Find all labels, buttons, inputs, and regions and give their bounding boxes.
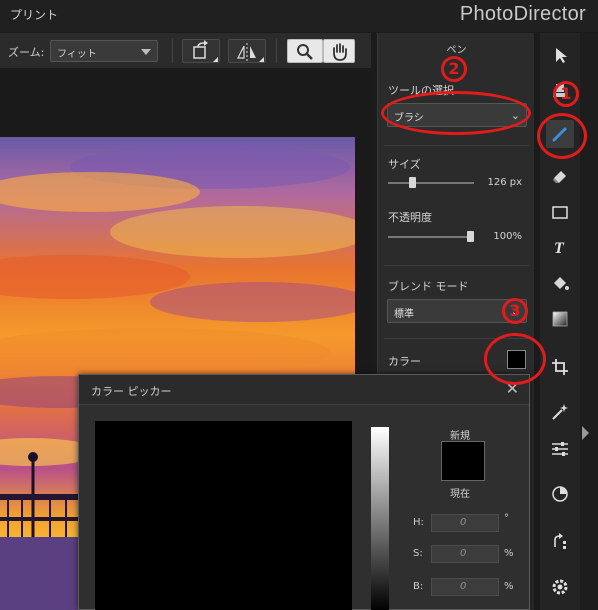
app-title: PhotoDirector	[459, 3, 586, 25]
size-slider-thumb[interactable]	[408, 177, 416, 188]
fill-tool-button[interactable]	[546, 270, 574, 298]
gear-icon	[552, 579, 568, 595]
new-color-label: 新規	[450, 431, 470, 442]
blend-mode-label: ブレンド モード	[388, 280, 469, 293]
current-color-label: 現在	[450, 489, 470, 500]
expand-arrow-icon	[582, 426, 589, 440]
hand-tool-button[interactable]	[323, 39, 355, 63]
size-slider[interactable]	[388, 182, 474, 184]
annotation-number-2: 2	[441, 56, 467, 82]
rectangle-icon	[552, 206, 568, 219]
brightness-label: B:	[413, 581, 424, 592]
color-label: カラー	[388, 355, 421, 368]
rotate-tool-button[interactable]	[546, 527, 574, 555]
annotation-number-3: 3	[502, 298, 528, 324]
zoom-value: フィット	[57, 49, 97, 60]
settings-button[interactable]	[546, 573, 574, 601]
text-icon: T	[554, 240, 565, 257]
tone-icon	[552, 486, 568, 502]
opacity-value: 100%	[493, 231, 522, 242]
annotation-number-1: 1	[553, 81, 579, 107]
crop-icon	[552, 359, 568, 375]
saturation-value: 0	[460, 548, 467, 559]
saturation-brightness-field[interactable]	[95, 421, 352, 610]
select-arrow-icon	[556, 48, 567, 63]
eraser-icon	[553, 171, 566, 183]
opacity-slider[interactable]	[388, 236, 474, 238]
new-color-swatch	[441, 441, 485, 481]
brightness-unit: %	[504, 581, 514, 592]
hue-unit: °	[504, 513, 509, 524]
opacity-label: 不透明度	[388, 211, 432, 224]
size-value: 126 px	[487, 177, 522, 188]
gradient-icon	[552, 311, 568, 327]
tone-tool-button[interactable]	[546, 480, 574, 508]
fill-bucket-icon	[554, 277, 569, 290]
panel-divider	[384, 265, 529, 266]
eraser-tool-button[interactable]	[546, 161, 574, 189]
gradient-tool-button[interactable]	[546, 305, 574, 333]
select-tool-button[interactable]	[546, 41, 574, 69]
magnifier-icon	[297, 44, 313, 60]
rotate-icon	[554, 533, 566, 549]
adjust-tool-button[interactable]	[546, 435, 574, 463]
annotation-circle-tool-select	[381, 91, 531, 135]
panel-divider	[384, 145, 529, 146]
magic-wand-button[interactable]	[546, 398, 574, 426]
brightness-strip[interactable]	[371, 427, 389, 610]
size-label: サイズ	[388, 158, 421, 171]
adjust-sliders-icon	[552, 442, 568, 456]
title-bar: プリント PhotoDirector	[0, 0, 598, 32]
hand-icon	[333, 43, 347, 61]
magic-wand-icon	[552, 404, 568, 420]
zoom-dropdown[interactable]: フィット	[50, 40, 158, 62]
flip-button[interactable]	[228, 39, 266, 63]
dialog-title-bar[interactable]: カラー ピッカー ✕	[79, 375, 529, 405]
rotate-button[interactable]	[182, 39, 220, 63]
annotation-circle-pen	[537, 113, 587, 159]
blend-mode-value: 標準	[394, 309, 414, 320]
saturation-field[interactable]: 0	[431, 545, 499, 563]
toolbar-divider	[276, 39, 277, 63]
hue-label: H:	[413, 517, 424, 528]
zoom-label: ズーム:	[8, 46, 45, 59]
print-menu[interactable]: プリント	[10, 6, 58, 23]
chevron-down-icon	[141, 49, 151, 55]
crop-tool-button[interactable]	[546, 353, 574, 381]
brightness-value: 0	[460, 581, 467, 592]
saturation-label: S:	[413, 548, 423, 559]
toolbar-divider	[172, 39, 173, 63]
opacity-slider-thumb[interactable]	[467, 231, 474, 242]
panel-title: ペン	[446, 45, 467, 56]
saturation-unit: %	[504, 548, 514, 559]
panel-collapse-strip[interactable]	[580, 33, 598, 610]
brightness-field[interactable]: 0	[431, 578, 499, 596]
text-tool-button[interactable]: T	[546, 233, 574, 261]
hue-field[interactable]: 0	[431, 514, 499, 532]
annotation-circle-color	[484, 333, 546, 385]
zoom-tool-button[interactable]	[287, 39, 323, 63]
flip-icon	[237, 43, 264, 62]
svg-text:T: T	[554, 240, 565, 257]
rotate-icon	[193, 40, 218, 62]
hue-value: 0	[460, 517, 467, 528]
color-picker-dialog: カラー ピッカー ✕ 新規 現在 H: 0 ° S: 0 % B: 0 %	[78, 374, 530, 610]
rectangle-tool-button[interactable]	[546, 198, 574, 226]
view-toolbar: ズーム: フィット	[0, 33, 371, 69]
dialog-title: カラー ピッカー	[91, 385, 172, 398]
